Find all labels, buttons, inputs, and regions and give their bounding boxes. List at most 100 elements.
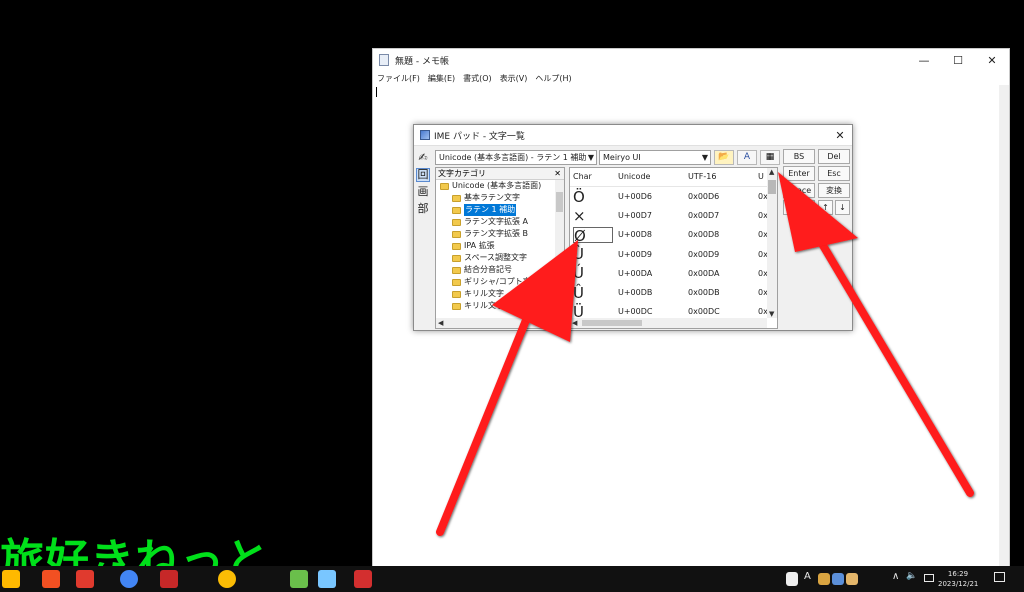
category-item[interactable]: ラテン 1 補助 (436, 204, 564, 216)
radical-icon[interactable]: 部 (416, 202, 430, 216)
menu-view[interactable]: 表示(V) (500, 73, 528, 84)
char-cell-text: × (573, 206, 586, 225)
space-key[interactable]: Space (783, 183, 815, 198)
volume-icon[interactable]: 🔈 (906, 571, 917, 581)
app-icon[interactable] (120, 570, 138, 588)
character-grid: Char Unicode UTF-16 U Ö U+00D6 0x00D6 0x × U+… (569, 167, 778, 329)
menu-edit[interactable]: 編集(E) (428, 73, 455, 84)
folder-icon (452, 242, 461, 250)
maximize-button[interactable]: ☐ (941, 49, 975, 71)
utf16-cell-text: 0x00DC (688, 307, 720, 317)
category-item[interactable]: スペース調整文字 (436, 252, 564, 264)
grid-hscroll-thumb[interactable] (582, 320, 642, 326)
char-list-icon[interactable]: 回 (416, 168, 430, 182)
open-folder-button[interactable]: 📂 (714, 150, 734, 165)
unicode-cell: U+00DA (618, 269, 688, 278)
ime-mode-icon[interactable]: A (804, 571, 811, 582)
table-row[interactable]: Ö U+00D6 0x00D6 0x (570, 187, 777, 206)
recorder-icon[interactable] (354, 570, 372, 588)
clock[interactable]: 16:29 2023/12/21 (938, 569, 978, 589)
column-char[interactable]: Char (570, 168, 618, 186)
char-cell: Ö (570, 189, 618, 205)
column-utf16[interactable]: UTF-16 (688, 168, 758, 186)
ime-pad-window: IME パッド - 文字一覧 ✕ ✍ 回 画 部 Unicode (基本多言語面… (413, 124, 853, 331)
column-unicode[interactable]: Unicode (618, 168, 688, 186)
tray-app-icon[interactable] (846, 573, 858, 585)
clock-date: 2023/12/21 (938, 580, 979, 588)
unicode-cell: U+00D6 (618, 192, 688, 201)
network-icon[interactable] (924, 574, 934, 582)
browser-icon[interactable] (218, 570, 236, 588)
tray-app-icon[interactable] (818, 573, 830, 585)
category-item[interactable]: キリル文字補助 (436, 300, 564, 312)
char-cell: Û (570, 285, 618, 301)
minimize-button[interactable]: — (907, 49, 941, 71)
grid-scrollbar[interactable]: ▲ ▼ (767, 168, 777, 318)
chevron-up-icon[interactable]: ∧ (892, 571, 899, 582)
notepad-taskbar-icon[interactable] (318, 570, 336, 588)
left-key[interactable]: ← (783, 200, 798, 215)
notification-icon[interactable] (994, 572, 1005, 582)
del-key[interactable]: Del (818, 149, 850, 164)
category-scroll-thumb[interactable] (556, 192, 563, 212)
unicode-cell: U+00D9 (618, 250, 688, 259)
table-row[interactable]: Û U+00DB 0x00DB 0x (570, 283, 777, 302)
table-row[interactable]: Ø U+00D8 0x00D8 0x (570, 225, 777, 244)
menu-file[interactable]: ファイル(F) (377, 73, 420, 84)
view-mode-button[interactable]: ▦ (760, 150, 780, 165)
right-key[interactable]: → (800, 200, 815, 215)
font-size-button[interactable]: A (737, 150, 757, 165)
category-item[interactable]: ラテン文字拡張 B (436, 228, 564, 240)
table-row[interactable]: × U+00D7 0x00D7 0x (570, 206, 777, 225)
category-item-label: IPA 拡張 (464, 241, 495, 250)
notepad-titlebar[interactable]: 無題 - メモ帳 — ☐ ✕ (373, 49, 1009, 71)
grid-scroll-thumb[interactable] (768, 180, 776, 194)
category-item[interactable]: 基本ラテン文字 (436, 192, 564, 204)
close-button[interactable]: ✕ (975, 49, 1009, 71)
menu-help[interactable]: ヘルプ(H) (535, 73, 571, 84)
convert-key[interactable]: 変換 (818, 183, 850, 198)
category-item-label: 結合分音記号 (464, 265, 512, 274)
down-key[interactable]: ↓ (835, 200, 850, 215)
app-icon[interactable] (42, 570, 60, 588)
category-item-label: キリル文字補助 (464, 301, 520, 310)
scroll-left-icon[interactable]: ◀ (438, 319, 443, 327)
up-key[interactable]: ↑ (818, 200, 833, 215)
font-select[interactable]: Meiryo UI ▼ (599, 150, 711, 165)
ime-close-button[interactable]: ✕ (828, 129, 852, 142)
enter-key[interactable]: Enter (783, 166, 815, 181)
bs-key[interactable]: BS (783, 149, 815, 164)
unicode-cell-text: U+00DB (618, 288, 653, 298)
category-item[interactable]: IPA 拡張 (436, 240, 564, 252)
table-row[interactable]: Ù U+00D9 0x00D9 0x (570, 245, 777, 264)
category-close-icon[interactable]: ✕ (554, 168, 561, 179)
grid-hscrollbar[interactable]: ◀ (570, 318, 767, 328)
notepad-scrollbar[interactable] (999, 85, 1009, 567)
app-icon[interactable] (2, 570, 20, 588)
table-row[interactable]: Ú U+00DA 0x00DA 0x (570, 264, 777, 283)
category-item[interactable]: Unicode (基本多言語面) (436, 180, 564, 192)
app-icon[interactable] (290, 570, 308, 588)
category-scrollbar[interactable] (555, 180, 564, 318)
esc-key[interactable]: Esc (818, 166, 850, 181)
ime-tray-icon[interactable] (786, 572, 798, 586)
scroll-down-icon[interactable]: ▼ (769, 310, 774, 318)
char-cell: Ú (570, 265, 618, 281)
tray-app-icon[interactable] (832, 573, 844, 585)
category-item[interactable]: ラテン文字拡張 A (436, 216, 564, 228)
category-item[interactable]: 結合分音記号 (436, 264, 564, 276)
category-item[interactable]: キリル文字 (436, 288, 564, 300)
menu-format[interactable]: 書式(O) (463, 73, 492, 84)
ime-pad-titlebar[interactable]: IME パッド - 文字一覧 ✕ (414, 125, 852, 146)
category-hscrollbar[interactable]: ◀ (436, 318, 555, 328)
unicode-cell-text: U+00D9 (618, 249, 652, 259)
handwriting-icon[interactable]: ✍ (416, 151, 430, 165)
charset-select[interactable]: Unicode (基本多言語面) - ラテン 1 補助 ▼ (435, 150, 597, 165)
app-icon[interactable] (160, 570, 178, 588)
ime-toolbar: Unicode (基本多言語面) - ラテン 1 補助 ▼ Meiryo UI … (435, 149, 780, 166)
app-icon[interactable] (76, 570, 94, 588)
category-item[interactable]: ギリシャ/コプト文字 (436, 276, 564, 288)
scroll-up-icon[interactable]: ▲ (769, 168, 774, 176)
stroke-count-icon[interactable]: 画 (416, 185, 430, 199)
scroll-left-icon[interactable]: ◀ (572, 319, 577, 327)
